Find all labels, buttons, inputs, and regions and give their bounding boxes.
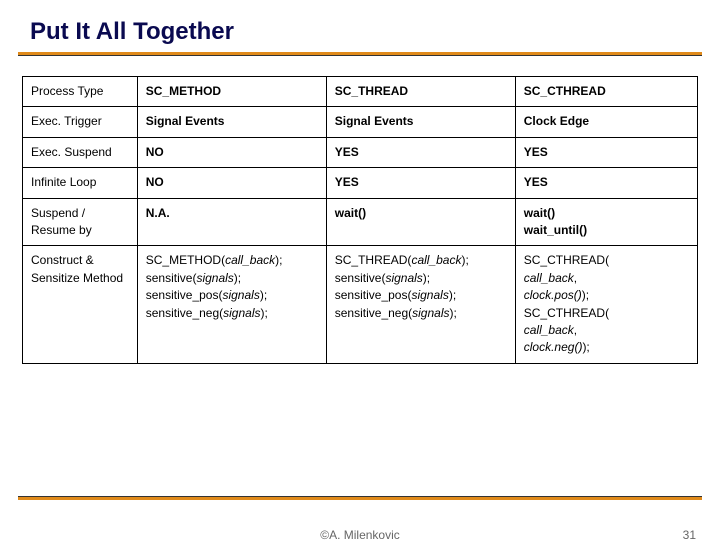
header-process-type: Process Type (23, 77, 138, 107)
row-exec-suspend-label: Exec. Suspend (23, 137, 138, 167)
cell: YES (515, 168, 697, 198)
cell: Signal Events (137, 107, 326, 137)
table-row: Exec. Suspend NO YES YES (23, 137, 698, 167)
table-row: Exec. Trigger Signal Events Signal Event… (23, 107, 698, 137)
cell: YES (515, 137, 697, 167)
cell-code: SC_CTHREAD(call_back,clock.pos());SC_CTH… (515, 246, 697, 363)
cell: NO (137, 168, 326, 198)
slide-title: Put It All Together (0, 0, 720, 52)
comparison-table: Process Type SC_METHOD SC_THREAD SC_CTHR… (22, 76, 698, 364)
footer-rule-orange (18, 497, 702, 500)
cell: NO (137, 137, 326, 167)
cell: Clock Edge (515, 107, 697, 137)
table-row: Construct & Sensitize Method SC_METHOD(c… (23, 246, 698, 363)
cell: wait() (326, 198, 515, 246)
cell: N.A. (137, 198, 326, 246)
row-infinite-loop-label: Infinite Loop (23, 168, 138, 198)
cell: YES (326, 168, 515, 198)
comparison-table-wrap: Process Type SC_METHOD SC_THREAD SC_CTHR… (0, 56, 720, 364)
cell-code: SC_METHOD(call_back);sensitive(signals);… (137, 246, 326, 363)
row-construct-label: Construct & Sensitize Method (23, 246, 138, 363)
table-row: Suspend / Resume by N.A. wait() wait()wa… (23, 198, 698, 246)
cell: YES (326, 137, 515, 167)
row-exec-trigger-label: Exec. Trigger (23, 107, 138, 137)
row-suspend-resume-label: Suspend / Resume by (23, 198, 138, 246)
header-sc-cthread: SC_CTHREAD (515, 77, 697, 107)
cell-multiline: wait()wait_until() (515, 198, 697, 246)
header-sc-method: SC_METHOD (137, 77, 326, 107)
table-row: Process Type SC_METHOD SC_THREAD SC_CTHR… (23, 77, 698, 107)
cell: Signal Events (326, 107, 515, 137)
footer-rule (18, 496, 702, 500)
cell-code: SC_THREAD(call_back);sensitive(signals);… (326, 246, 515, 363)
table-row: Infinite Loop NO YES YES (23, 168, 698, 198)
header-sc-thread: SC_THREAD (326, 77, 515, 107)
